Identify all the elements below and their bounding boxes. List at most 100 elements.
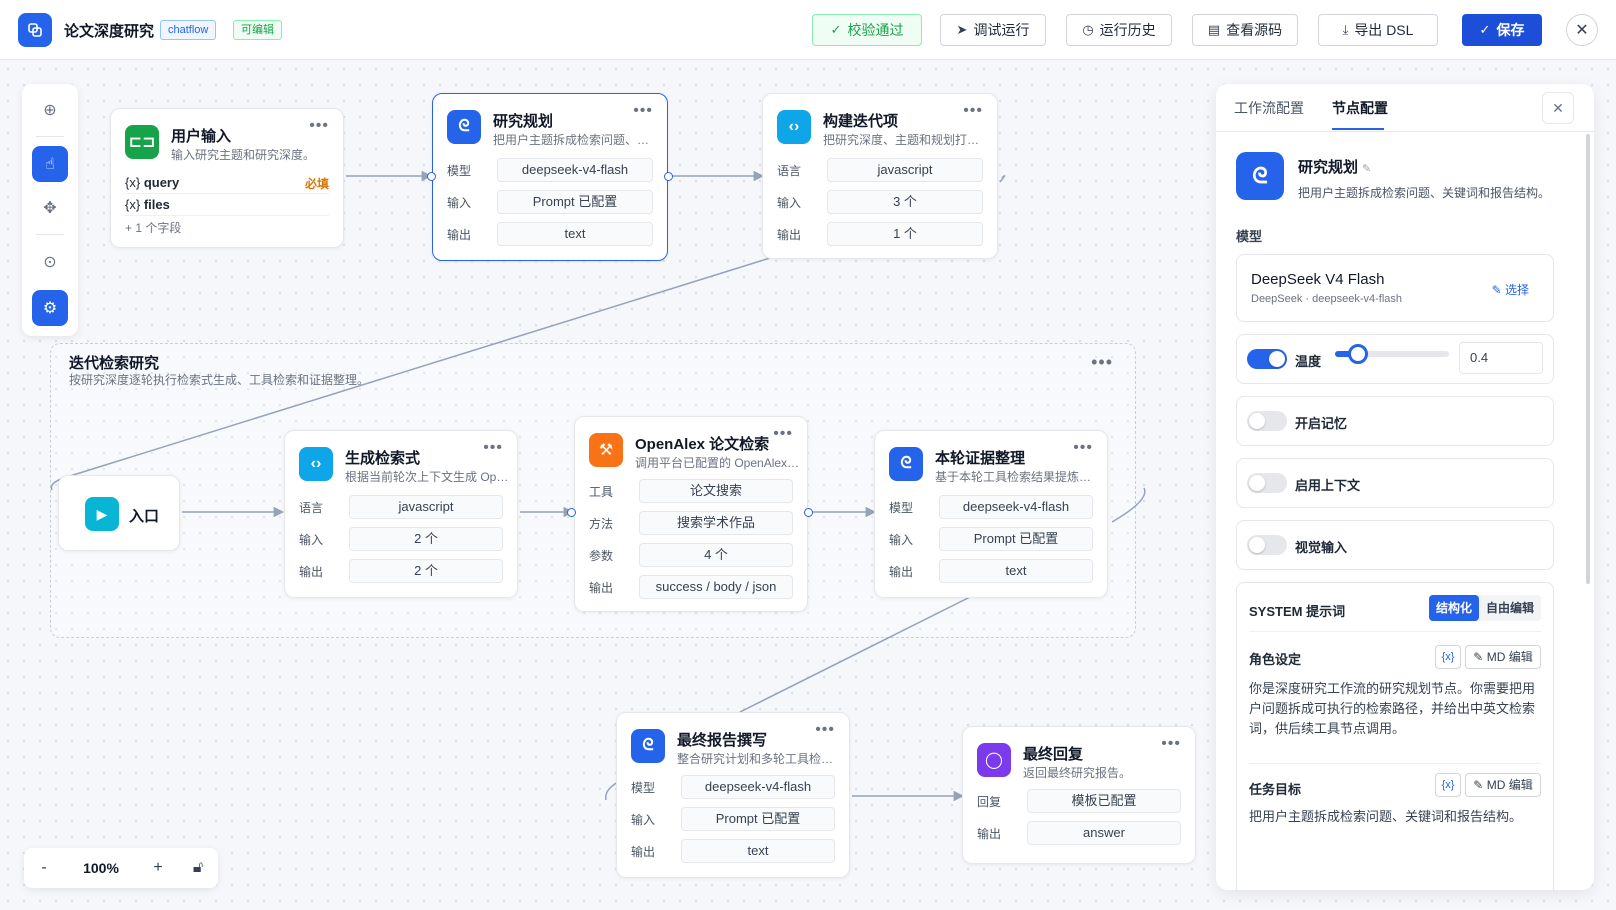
node-desc: 输入研究主题和研究深度。	[171, 148, 316, 162]
insert-variable-button[interactable]: {x}	[1435, 773, 1461, 797]
panel-node-title[interactable]: 研究规划 ✎	[1298, 156, 1371, 177]
tab-node-config[interactable]: 节点配置	[1332, 98, 1388, 118]
mode-structured-button[interactable]: 结构化	[1428, 595, 1479, 621]
vision-toggle[interactable]	[1247, 535, 1287, 555]
move-icon[interactable]: ✥	[32, 190, 68, 226]
role-textarea[interactable]: 你是深度研究工作流的研究规划节点。你需要把用户问题拆成可执行的检索路径，并给出中…	[1249, 679, 1541, 739]
node-build-iteration[interactable]: ‹› 构建迭代项 把研究深度、主题和规划打包成迭代项。 ••• 语言javasc…	[762, 93, 998, 259]
temperature-input[interactable]: 0.4	[1459, 342, 1543, 374]
node-row: 工具 论文搜索	[589, 479, 793, 503]
node-row: 输出 success / body / json	[589, 575, 793, 599]
view-source-button[interactable]: ▤ 查看源码	[1192, 14, 1298, 46]
mode-free-button[interactable]: 自由编辑	[1479, 595, 1541, 621]
node-entry[interactable]: ▶ 入口	[58, 475, 180, 551]
wrench-icon: ⚒	[589, 433, 623, 467]
run-history-button[interactable]: ◷ 运行历史	[1066, 14, 1172, 46]
more-icon[interactable]: •••	[633, 102, 653, 120]
port-in[interactable]	[567, 508, 576, 517]
edit-icon[interactable]: ✎	[1362, 163, 1371, 175]
export-dsl-button[interactable]: ⤓ 导出 DSL	[1318, 14, 1438, 46]
node-row: 语言 javascript	[299, 495, 503, 519]
node-row: 回复 模板已配置	[977, 789, 1181, 813]
panel-node-desc[interactable]: 把用户主题拆成检索问题、关键词和报告结构。	[1298, 184, 1556, 201]
node-row: 输入 Prompt 已配置	[631, 807, 835, 831]
save-button[interactable]: ✓ 保存	[1462, 14, 1542, 46]
node-final-report[interactable]: ᘓ 最终报告撰写 整合研究计划和多轮工具检索证据。 ••• 模型deepseek…	[616, 712, 850, 878]
context-label: 启用上下文	[1295, 478, 1361, 493]
more-icon[interactable]: •••	[963, 102, 983, 120]
node-openalex[interactable]: ⚒ OpenAlex 论文检索 调用平台已配置的 OpenAlex 工具。 ••…	[574, 416, 808, 612]
lock-icon[interactable]: 🔓︎	[178, 859, 218, 877]
more-icon[interactable]: •••	[1073, 439, 1093, 457]
node-row: 模型 deepseek-v4-flash	[889, 495, 1093, 519]
memory-label: 开启记忆	[1295, 416, 1348, 431]
more-icon[interactable]: •••	[815, 721, 835, 739]
field-query[interactable]: {x} query 必填	[125, 175, 329, 191]
divider	[125, 215, 329, 216]
node-row: 输出 text	[447, 222, 653, 246]
select-model-button[interactable]: ✎ 选择	[1492, 281, 1529, 298]
node-title: 研究规划	[493, 113, 554, 130]
node-row: 参数 4 个	[589, 543, 793, 567]
md-edit-button[interactable]: ✎ MD 编辑	[1465, 645, 1541, 669]
more-icon[interactable]: •••	[483, 439, 503, 457]
settings-gear-icon[interactable]: ⚙	[32, 290, 68, 326]
node-row: 输出 2 个	[299, 559, 503, 583]
more-icon[interactable]: •••	[309, 117, 329, 135]
md-edit-button[interactable]: ✎ MD 编辑	[1465, 773, 1541, 797]
close-icon[interactable]: ✕	[1566, 14, 1598, 46]
node-row: 输入 3 个	[777, 190, 983, 214]
node-title: 最终报告撰写	[677, 732, 768, 749]
node-research-plan[interactable]: ᘓ 研究规划 把用户主题拆成检索问题、关键词和报告结构。 ••• 模型deeps…	[432, 93, 668, 261]
node-evidence[interactable]: ᘓ 本轮证据整理 基于本轮工具检索结果提炼证据。 ••• 模型 deepseek-…	[874, 430, 1108, 598]
node-row: 输出 answer	[977, 821, 1181, 845]
system-prompt-card: SYSTEM 提示词 结构化 自由编辑 角色设定 {x} ✎ MD 编辑 你是深…	[1236, 582, 1554, 890]
goal-textarea[interactable]: 把用户主题拆成检索问题、关键词和报告结构。	[1249, 807, 1541, 827]
panel-scrollbar[interactable]	[1586, 134, 1590, 584]
node-generate-query[interactable]: ‹› 生成检索式 根据当前轮次上下文生成 OpenAlex 检索式。 ••• 语…	[284, 430, 518, 598]
code-icon: ‹›	[299, 447, 333, 481]
zoom-level: 100%	[83, 860, 119, 876]
divider	[125, 193, 329, 194]
node-row: 输出 1 个	[777, 222, 983, 246]
edit-icon: ✎	[1473, 778, 1484, 792]
node-user-input[interactable]: ⊏⊐ 用户输入 输入研究主题和研究深度。 ••• {x} query 必填 {x}…	[110, 108, 344, 248]
port-out[interactable]	[804, 508, 813, 517]
brain-icon: ᘓ	[889, 447, 923, 481]
close-icon[interactable]: ✕	[1542, 92, 1574, 124]
zoom-in-button[interactable]: +	[138, 859, 178, 877]
node-final-answer[interactable]: ◯ 最终回复 返回最终研究报告。 ••• 回复 模板已配置 输出 answer	[962, 726, 1196, 864]
debug-run-button[interactable]: ➤ 调试运行	[940, 14, 1046, 46]
tab-workflow-config[interactable]: 工作流配置	[1234, 98, 1304, 118]
add-node-icon[interactable]: ⊕	[32, 92, 68, 128]
slider-knob[interactable]	[1347, 344, 1368, 364]
brain-icon: ᘓ	[1236, 152, 1284, 200]
fit-view-icon[interactable]: ⊙	[32, 244, 68, 280]
node-desc: 调用平台已配置的 OpenAlex 工具。	[635, 456, 800, 470]
download-icon: ⤓	[1342, 22, 1349, 37]
more-icon[interactable]: •••	[1161, 735, 1181, 753]
port-in[interactable]	[427, 172, 436, 181]
insert-variable-button[interactable]: {x}	[1435, 645, 1461, 669]
validate-button[interactable]: ✓ 校验通过	[812, 14, 922, 46]
context-toggle[interactable]	[1247, 473, 1287, 493]
role-label: 角色设定	[1249, 652, 1302, 667]
temperature-slider[interactable]	[1335, 344, 1449, 364]
context-row: 启用上下文	[1236, 458, 1554, 508]
field-files[interactable]: {x} files	[125, 197, 329, 212]
model-label: 模型	[1236, 229, 1263, 244]
port-out[interactable]	[664, 172, 673, 181]
editable-badge: 可编辑	[233, 20, 282, 40]
edit-icon: ✎	[1491, 283, 1502, 297]
memory-toggle[interactable]	[1247, 411, 1287, 431]
more-icon[interactable]: •••	[1091, 352, 1113, 373]
temperature-toggle[interactable]	[1247, 349, 1287, 369]
vision-row: 视觉输入	[1236, 520, 1554, 570]
more-fields[interactable]: + 1 个字段	[125, 219, 329, 236]
zoom-out-button[interactable]: -	[24, 859, 64, 877]
node-row: 输入 Prompt 已配置	[447, 190, 653, 214]
more-icon[interactable]: •••	[773, 425, 793, 443]
node-title: 入口	[129, 508, 160, 525]
model-card[interactable]: DeepSeek V4 Flash DeepSeek · deepseek-v4…	[1236, 254, 1554, 322]
pointer-hand-icon[interactable]: ☝	[32, 146, 68, 182]
